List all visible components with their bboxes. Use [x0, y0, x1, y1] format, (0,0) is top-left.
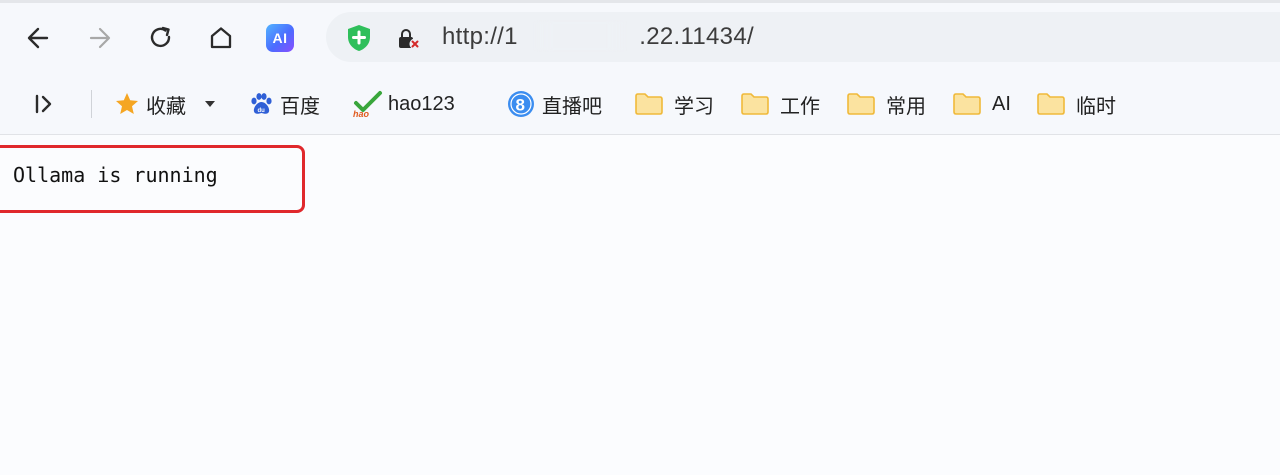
hao123-check-icon: hao: [352, 90, 384, 118]
folder-icon: [846, 92, 876, 116]
bookmarks-bar: 收藏 du 百度 hao hao123 8 直播吧 学习 工作 常用 AI 临时: [0, 74, 1280, 135]
reload-icon: [150, 26, 171, 48]
forward-button[interactable]: [82, 20, 118, 56]
folder-icon: [740, 92, 770, 116]
bookmark-label: 学习: [674, 95, 714, 118]
bookmark-label: 直播吧: [542, 95, 602, 118]
folder-icon: [952, 92, 982, 116]
reload-button[interactable]: [143, 20, 179, 56]
folder-icon: [634, 92, 664, 116]
bookmark-folder-common[interactable]: 常用: [846, 89, 926, 119]
sidebar-expand-icon: [35, 94, 52, 114]
svg-text:8: 8: [516, 96, 525, 115]
bookmarks-separator: [91, 90, 92, 118]
bookmark-hao123[interactable]: hao hao123: [352, 89, 455, 119]
bookmark-label: AI: [992, 92, 1011, 115]
bookmark-folder-temp[interactable]: 临时: [1036, 89, 1116, 119]
bookmark-favorites[interactable]: 收藏: [114, 89, 216, 119]
home-button[interactable]: [203, 20, 239, 56]
address-bar[interactable]: http://1 .22.11434/: [326, 12, 1280, 62]
bookmark-label: hao123: [388, 92, 455, 115]
back-button[interactable]: [20, 20, 56, 56]
shield-icon: [348, 25, 370, 51]
ai-assistant-label: AI: [272, 30, 288, 46]
arrow-right-icon: [89, 27, 111, 49]
star-icon: [114, 91, 140, 117]
home-icon: [210, 27, 232, 49]
url-redaction: [534, 22, 626, 50]
bookmark-label: 常用: [886, 95, 926, 118]
svg-text:hao: hao: [353, 109, 370, 118]
arrow-left-icon: [27, 27, 49, 49]
page-content: Ollama is running: [0, 135, 1280, 475]
bookmark-folder-work[interactable]: 工作: [740, 89, 820, 119]
window-top-edge: [0, 0, 1280, 3]
svg-text:du: du: [258, 108, 266, 114]
bookmark-zhibo8[interactable]: 8 直播吧: [506, 89, 602, 119]
zhibo8-icon: 8: [506, 89, 536, 119]
bookmark-baidu[interactable]: du 百度: [248, 89, 320, 119]
folder-icon: [1036, 92, 1066, 116]
ollama-status-text: Ollama is running: [13, 163, 218, 187]
bookmark-folder-study[interactable]: 学习: [634, 89, 714, 119]
bookmark-folder-ai[interactable]: AI: [952, 89, 1011, 119]
bookmark-label: 临时: [1076, 95, 1116, 118]
bookmark-label: 工作: [780, 95, 820, 118]
baidu-paw-icon: du: [248, 91, 274, 117]
caret-down-icon[interactable]: [204, 99, 216, 109]
ai-assistant-button[interactable]: AI: [266, 24, 294, 52]
bookmark-label: 收藏: [146, 95, 186, 118]
bookmark-label: 百度: [280, 95, 320, 118]
insecure-lock-icon[interactable]: [396, 27, 422, 51]
sidebar-toggle-button[interactable]: [28, 86, 60, 122]
browser-toolbar: AI http://1 .22.11434/: [0, 0, 1280, 74]
